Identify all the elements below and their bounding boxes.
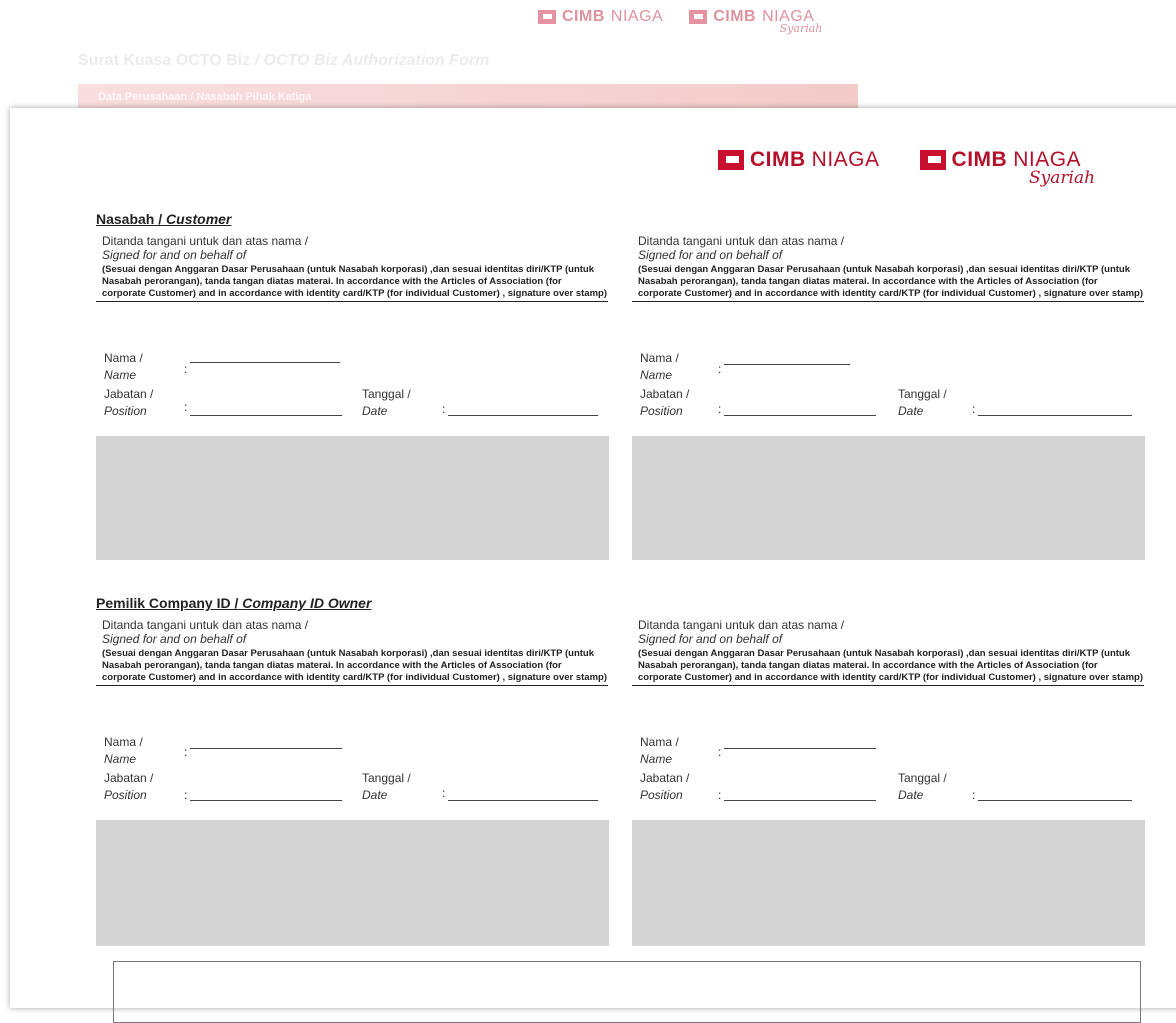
signed-by-label: Ditanda tangani untuk dan atas nama /	[638, 618, 845, 632]
background-cimb-niaga-logo: CIMB NIAGA	[538, 8, 663, 26]
divider	[632, 685, 1144, 686]
date-label: Tanggal / Date	[362, 771, 411, 802]
date-label: Tanggal / Date	[362, 387, 411, 418]
signature-stamp-area[interactable]	[96, 820, 609, 946]
cimb-niaga-logo: CIMB NIAGA	[718, 148, 880, 172]
position-field[interactable]	[190, 800, 342, 801]
name-label: Nama / Name	[104, 735, 143, 766]
name-label: Nama / Name	[640, 351, 679, 382]
signature-note: (Sesuai dengan Anggaran Dasar Perusahaan…	[102, 264, 607, 299]
name-field[interactable]	[190, 362, 340, 363]
section-title-customer: Nasabah / Customer	[96, 211, 232, 227]
signed-by-label-en: Signed for and on behalf of	[102, 248, 247, 262]
name-label: Nama / Name	[104, 351, 143, 382]
signature-note: (Sesuai dengan Anggaran Dasar Perusahaan…	[102, 648, 607, 683]
position-label: Jabatan / Position	[640, 387, 690, 418]
date-field[interactable]	[978, 415, 1132, 416]
signed-by-label-en: Signed for and on behalf of	[102, 632, 247, 646]
signed-by-label: Ditanda tangani untuk dan atas nama /	[102, 234, 309, 248]
bottom-box	[113, 961, 1141, 1023]
background-cimb-niaga-syariah-logo: CIMB NIAGA Syariah	[689, 8, 822, 35]
signed-by-label-en: Signed for and on behalf of	[638, 632, 783, 646]
signature-block-owner-left: Ditanda tangani untuk dan atas nama / Si…	[96, 618, 608, 686]
position-field[interactable]	[724, 800, 876, 801]
name-field[interactable]	[724, 748, 876, 749]
form-page: CIMB NIAGA CIMB NIAGA Syariah Nasabah / Cu…	[10, 108, 1176, 1023]
date-label: Tanggal / Date	[898, 387, 947, 418]
cimb-logo-icon	[689, 10, 708, 24]
cimb-niaga-syariah-logo: CIMB NIAGA Syariah	[919, 148, 1095, 188]
background-section-bar: Data Perusahaan / Nasabah Pihak Ketiga	[78, 84, 858, 110]
cimb-logo-icon	[538, 10, 556, 24]
background-form-title: Surat Kuasa OCTO Biz / OCTO Biz Authoriz…	[78, 52, 490, 69]
signature-note: (Sesuai dengan Anggaran Dasar Perusahaan…	[638, 648, 1143, 683]
date-field[interactable]	[448, 800, 598, 801]
position-field[interactable]	[724, 415, 876, 416]
signature-stamp-area[interactable]	[632, 820, 1145, 946]
position-field[interactable]	[190, 415, 342, 416]
name-label: Nama / Name	[640, 735, 679, 766]
divider	[96, 685, 608, 686]
signature-stamp-area[interactable]	[632, 436, 1145, 560]
signature-stamp-area[interactable]	[96, 436, 609, 560]
signature-note: (Sesuai dengan Anggaran Dasar Perusahaan…	[638, 264, 1143, 299]
signature-block-customer-left: Ditanda tangani untuk dan atas nama / Si…	[96, 234, 608, 302]
signature-block-customer-right: Ditanda tangani untuk dan atas nama / Si…	[632, 234, 1144, 302]
date-field[interactable]	[978, 800, 1132, 801]
background-logos: CIMB NIAGA CIMB NIAGA Syariah	[538, 8, 822, 35]
date-label: Tanggal / Date	[898, 771, 947, 802]
signature-block-owner-right: Ditanda tangani untuk dan atas nama / Si…	[632, 618, 1144, 686]
divider	[96, 301, 608, 302]
position-label: Jabatan / Position	[104, 771, 154, 802]
position-label: Jabatan / Position	[640, 771, 690, 802]
header-logos: CIMB NIAGA CIMB NIAGA Syariah	[718, 148, 1095, 188]
name-field[interactable]	[190, 748, 342, 749]
cimb-logo-icon	[919, 150, 946, 170]
section-title-company-id-owner: Pemilik Company ID / Company ID Owner	[96, 595, 372, 611]
name-field[interactable]	[724, 364, 850, 365]
divider	[632, 301, 1144, 302]
position-label: Jabatan / Position	[104, 387, 154, 418]
cimb-logo-icon	[718, 150, 744, 170]
signed-by-label: Ditanda tangani untuk dan atas nama /	[102, 618, 309, 632]
date-field[interactable]	[448, 415, 598, 416]
signed-by-label-en: Signed for and on behalf of	[638, 248, 783, 262]
signed-by-label: Ditanda tangani untuk dan atas nama /	[638, 234, 845, 248]
